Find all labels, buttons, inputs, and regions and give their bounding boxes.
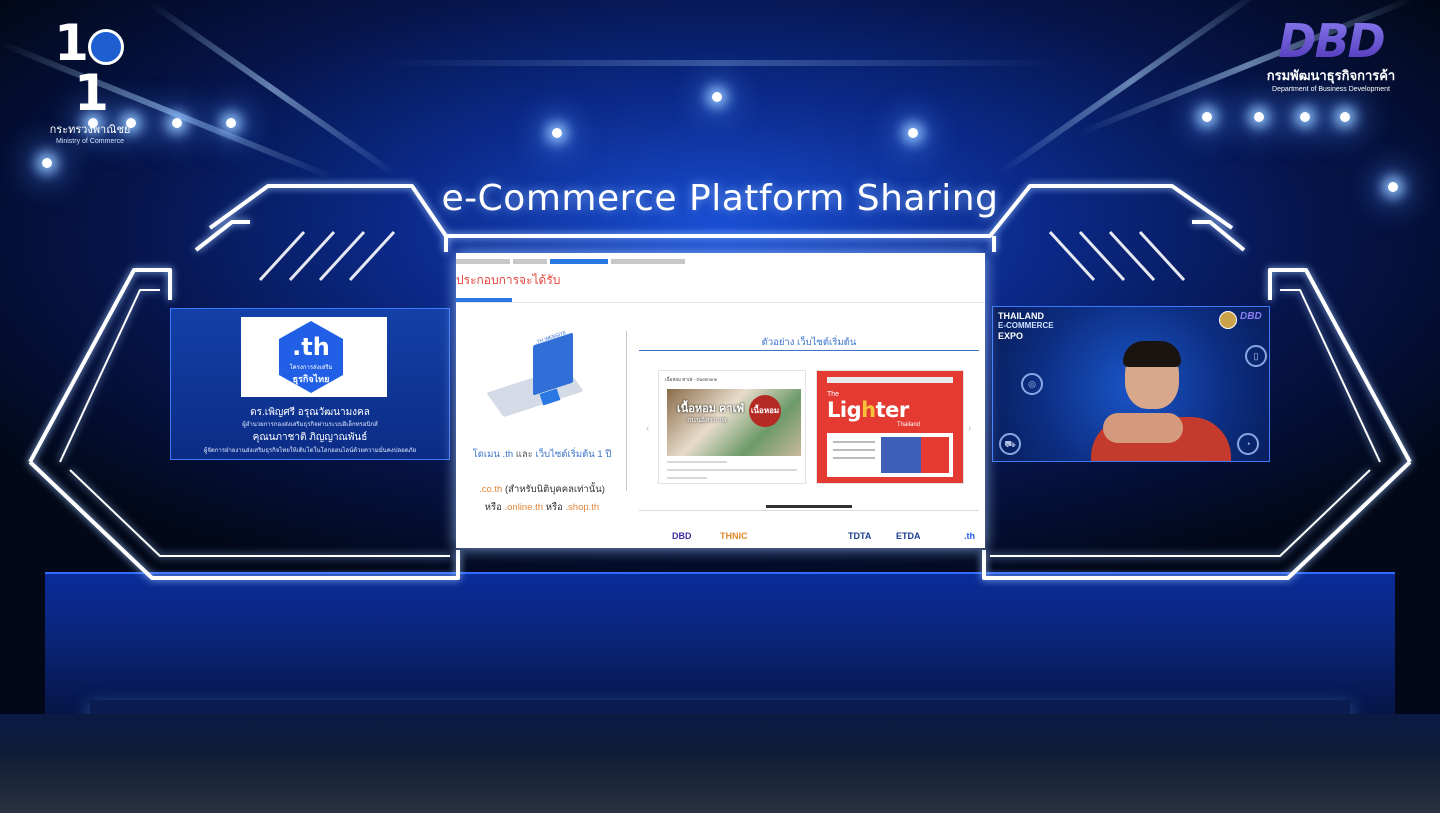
alt-domains-line: หรือ .online.th หรือ .shop.th [462, 500, 622, 515]
site1-badge: เนื้อหอม [749, 395, 781, 427]
coth-line: .co.th (สำหรับนิติบุคคลเท่านั้น) [462, 482, 622, 497]
speaker-video-feed: THAILAND E-COMMERCE EXPO DBD ⛟ ◎ ◔ ▯ [992, 306, 1270, 462]
partner-logo-tdta: TDTA [848, 531, 872, 541]
event-title: e-Commerce Platform Sharing [441, 178, 999, 219]
th-project-logo: .th โครงการส่งเสริม ธุรกิจไทย [241, 317, 387, 397]
seal-icon [87, 28, 124, 65]
column-divider [626, 331, 627, 491]
site2-the: The [827, 391, 840, 398]
cart-icon: ⛟ [999, 433, 1021, 455]
text-line [833, 449, 875, 451]
dbd-logo-english: Department of Business Development [1272, 86, 1390, 93]
th-logo-domain: .th [292, 333, 330, 361]
presenter-hands [1103, 413, 1183, 443]
speaker2-role: ผู้จัดการฝ่ายงานส่งเสริมธุรกิจไทยให้เติบ… [203, 448, 417, 454]
example-title: ตัวอย่าง เว็บไซต์เริ่มต้น [761, 337, 857, 348]
presenter-hair [1123, 341, 1181, 367]
site1-subtitle: ถนนอิสรภาพ [687, 417, 727, 424]
laptop-illustration: .TH WEBSITE [486, 330, 584, 426]
footer-rule [639, 510, 979, 511]
ministry-of-commerce-logo: 11 กระทรวงพาณิชย์ Ministry of Commerce [42, 18, 138, 145]
domain-and: และ [515, 449, 533, 460]
chevron-left-icon: ‹ [646, 423, 650, 434]
site2-brand-a: Lig [827, 398, 862, 422]
example-rule [639, 350, 979, 351]
domain-site: เว็บไซต์เริ่มต้น 1 ปี [535, 449, 612, 460]
dbd-logo: DBD กรมพัฒนาธุรกิจการค้า Department of B… [1258, 15, 1404, 100]
ministry-logo-number: 11 [42, 18, 138, 118]
shop-th-domain: .shop.th [565, 502, 600, 513]
site2-brand-b: h [861, 398, 876, 422]
domain-offer: โดเมน .th และ เว็บไซต์เริ่มต้น 1 ปี [462, 447, 622, 462]
expo-logo: THAILAND E-COMMERCE EXPO [998, 311, 1058, 341]
text-line [667, 477, 707, 479]
site2-content [827, 433, 953, 477]
dbd-logo-mark: DBD [1278, 14, 1385, 68]
site2-ad [921, 437, 949, 473]
site2-image [881, 437, 921, 473]
wifi-icon: ◔ [1237, 433, 1259, 455]
slide-tab [456, 259, 510, 264]
th-logo-business: ธุรกิจไทย [292, 374, 330, 384]
site1-hero: เนื้อหอม คาเฟ่ ถนนอิสรภาพ เนื้อหอม [667, 389, 801, 456]
globe-icon: ◎ [1021, 373, 1043, 395]
header-rule [456, 302, 985, 303]
speaker1-name: ดร.เพิญศรี อรุณวัฒนามงคล [250, 407, 370, 418]
slide-header: ประกอบการจะได้รับ [456, 273, 561, 287]
text-line [667, 461, 727, 463]
site1-bar: เนื้อหอม คาเฟ่ - Duetmone [665, 377, 718, 382]
dbd-logo-thai: กรมพัฒนาธุรกิจการค้า [1266, 68, 1396, 83]
speaker2-name: คุณนภาชาติ ภิญญาณพันธ์ [252, 432, 368, 443]
slide-progress-tabs [456, 256, 985, 264]
seal-icon [1219, 311, 1237, 329]
text-line [667, 469, 797, 471]
partner-logos: DBD THNIC TDTA ETDA .th [672, 531, 984, 547]
online-th-domain: .online.th [504, 502, 544, 513]
site2-brand-c: ter [875, 398, 910, 422]
or-text: หรือ [484, 502, 502, 513]
speaker-info-panel: .th โครงการส่งเสริม ธุรกิจไทย ดร.เพิญศรี… [170, 308, 450, 460]
example-site-1: เนื้อหอม คาเฟ่ - Duetmone เนื้อหอม คาเฟ่… [658, 370, 806, 484]
carousel-indicator [766, 505, 852, 508]
expo-line2: E-COMMERCE [998, 321, 1054, 330]
example-site-2: The Lighter Thailand [816, 370, 964, 484]
site2-topbar [827, 377, 953, 383]
ministry-logo-english: Ministry of Commerce [55, 138, 125, 145]
expo-line1: THAILAND [998, 311, 1044, 321]
speaker1-role: ผู้อำนวยการกองส่งเสริมธุรกิจผ่านระบบอิเล… [242, 422, 378, 428]
text-line [833, 457, 875, 459]
chevron-right-icon: › [968, 423, 972, 434]
coth-note: (สำหรับนิติบุคคลเท่านั้น) [504, 484, 605, 495]
partner-logo-th: .th [964, 531, 975, 541]
coth-domain: .co.th [479, 484, 503, 495]
ministry-logo-thai: กระทรวงพาณิชย์ [49, 124, 131, 136]
phone-icon: ▯ [1245, 345, 1267, 367]
partner-logo-dbd: DBD [672, 531, 692, 541]
expo-line3: EXPO [998, 331, 1024, 341]
shared-presentation-slide: ประกอบการจะได้รับ .TH WEBSITE โดเมน .th … [456, 253, 985, 548]
partner-logo-etda: ETDA [896, 531, 921, 541]
domain-highlight: โดเมน .th [472, 449, 514, 460]
th-logo-project: โครงการส่งเสริม [289, 365, 333, 371]
text-line [833, 441, 875, 443]
slide-tab [611, 259, 685, 264]
dbd-mini-logo: DBD [1240, 311, 1262, 322]
slide-tab [513, 259, 547, 264]
presenter-video [1083, 341, 1233, 461]
site2-country: Thailand [897, 422, 921, 428]
th-hexagon-icon: .th โครงการส่งเสริม ธุรกิจไทย [279, 321, 343, 393]
slide-tab-active [550, 259, 608, 264]
site2-brand: Lighter [827, 398, 909, 422]
partner-logo-thnic: THNIC [720, 531, 748, 541]
or-text: หรือ [545, 502, 563, 513]
